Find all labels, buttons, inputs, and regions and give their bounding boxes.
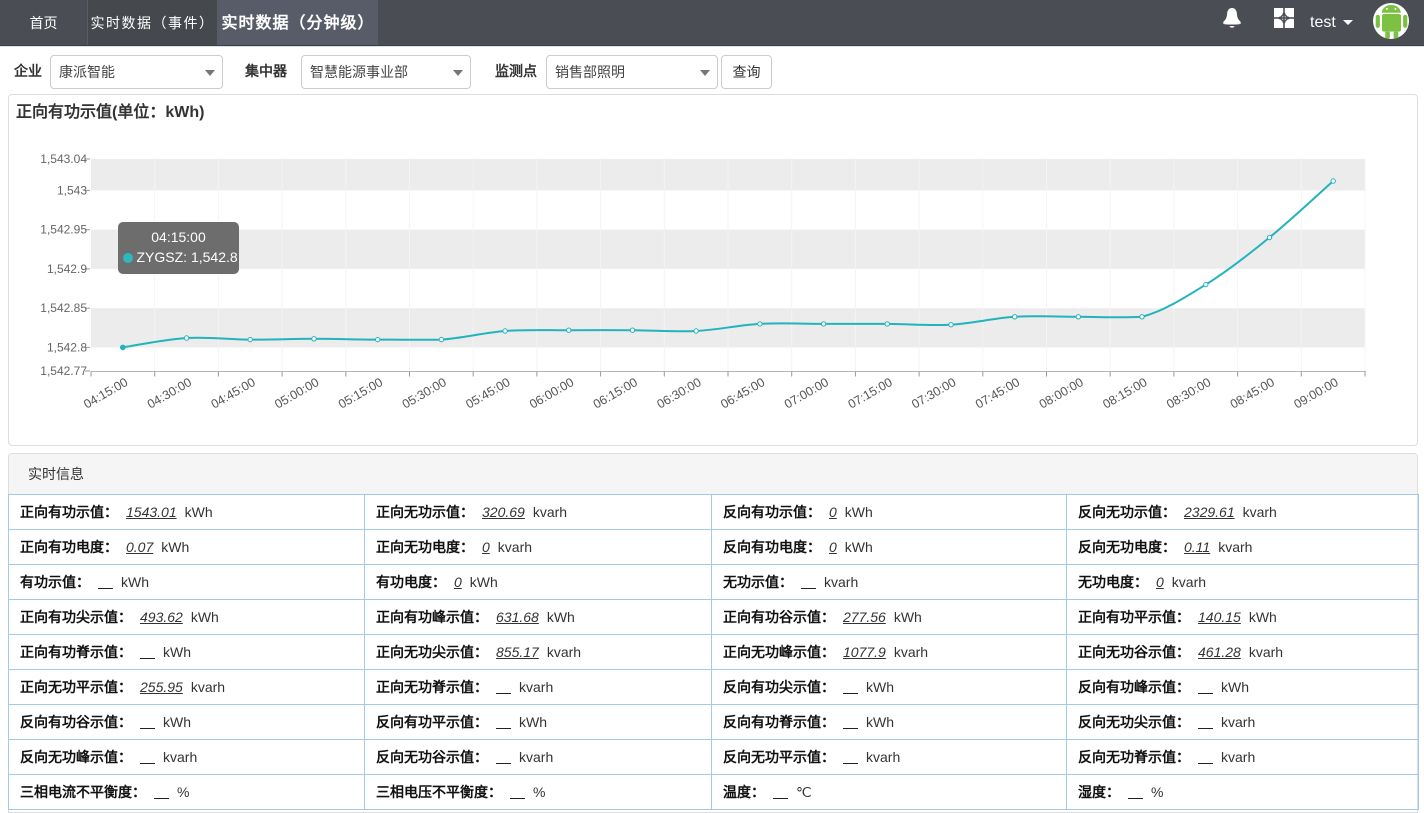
svg-text:06:45:00: 06:45:00 <box>718 375 767 411</box>
svg-text:05:30:00: 05:30:00 <box>400 375 449 411</box>
svg-text:07:30:00: 07:30:00 <box>909 375 958 411</box>
svg-text:08:30:00: 08:30:00 <box>1164 375 1213 411</box>
svg-text:06:30:00: 06:30:00 <box>654 375 703 411</box>
svg-text:07:00:00: 07:00:00 <box>782 375 831 411</box>
svg-text:04:15:00: 04:15:00 <box>81 375 130 411</box>
svg-text:1,542.77: 1,542.77 <box>40 364 87 378</box>
svg-text:1,543: 1,543 <box>57 183 87 197</box>
svg-text:05:15:00: 05:15:00 <box>336 375 385 411</box>
svg-text:09:00:00: 09:00:00 <box>1291 375 1340 411</box>
svg-text:08:00:00: 08:00:00 <box>1037 375 1086 411</box>
svg-text:07:45:00: 07:45:00 <box>973 375 1022 411</box>
svg-text:07:15:00: 07:15:00 <box>846 375 895 411</box>
svg-text:08:15:00: 08:15:00 <box>1100 375 1149 411</box>
svg-text:1,542.85: 1,542.85 <box>40 301 87 315</box>
svg-text:04:30:00: 04:30:00 <box>145 375 194 411</box>
svg-text:1,542.9: 1,542.9 <box>47 262 87 276</box>
svg-text:05:45:00: 05:45:00 <box>463 375 512 411</box>
svg-text:06:00:00: 06:00:00 <box>527 375 576 411</box>
svg-text:05:00:00: 05:00:00 <box>272 375 321 411</box>
svg-text:1,543.04: 1,543.04 <box>40 152 87 166</box>
svg-text:1,542.8: 1,542.8 <box>47 340 87 354</box>
svg-text:06:15:00: 06:15:00 <box>591 375 640 411</box>
svg-text:1,542.95: 1,542.95 <box>40 223 87 237</box>
svg-text:08:45:00: 08:45:00 <box>1228 375 1277 411</box>
svg-text:04:45:00: 04:45:00 <box>209 375 258 411</box>
